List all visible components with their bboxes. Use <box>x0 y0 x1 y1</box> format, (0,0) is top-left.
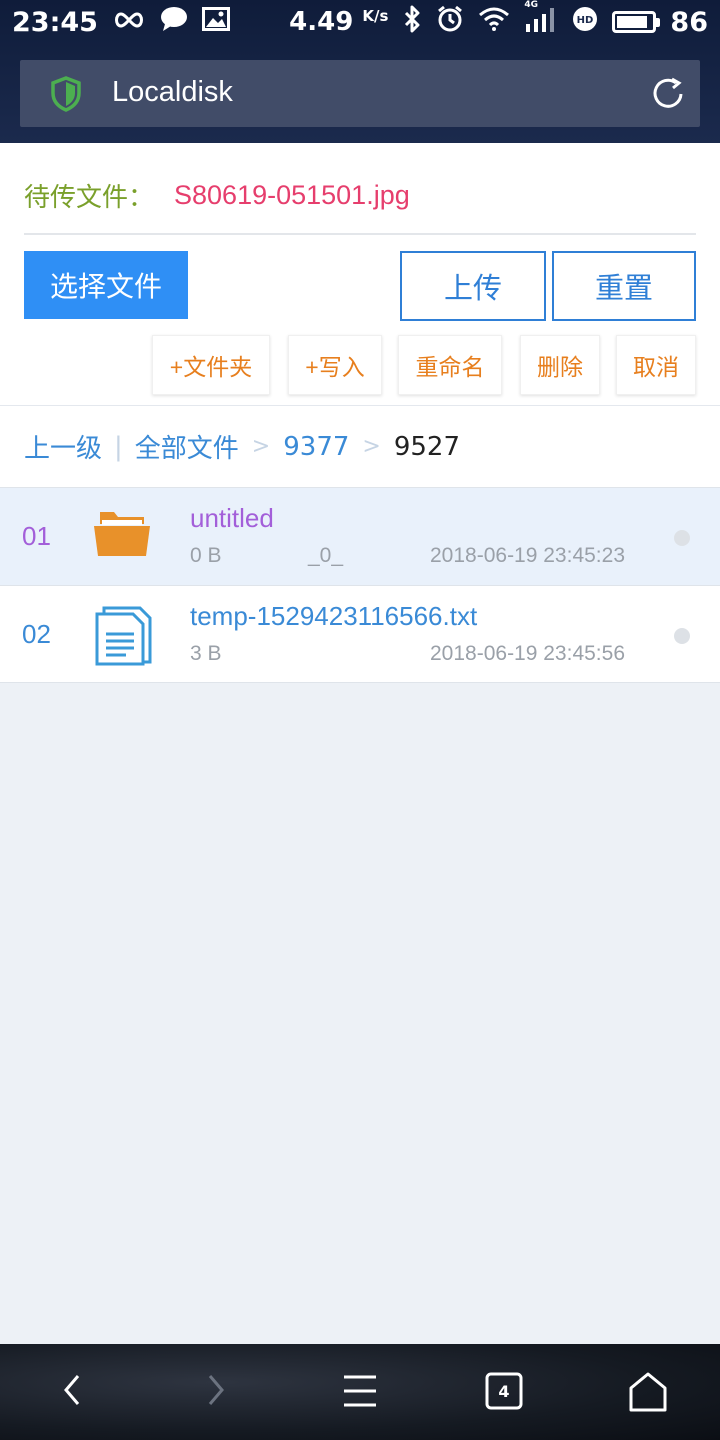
battery-icon <box>612 11 661 33</box>
network-speed-unit: K/s <box>362 7 389 25</box>
address-bar[interactable]: Localdisk <box>20 60 700 127</box>
image-icon <box>201 6 230 38</box>
battery-level: 86 <box>670 6 708 38</box>
chat-icon <box>160 6 188 39</box>
breadcrumb-divider: | <box>114 431 123 462</box>
network-speed: 4.49 K/s <box>289 7 388 37</box>
svg-text:HD: HD <box>577 15 594 26</box>
upload-panel: 待传文件： S80619-051501.jpg 选择文件 上传 重置 +文件夹 … <box>0 143 720 405</box>
select-dot[interactable] <box>674 628 690 644</box>
document-icon[interactable] <box>92 606 152 670</box>
file-index: 02 <box>22 619 51 649</box>
hd-icon: HD <box>572 6 598 39</box>
wifi-icon <box>478 7 510 38</box>
breadcrumb-all-files[interactable]: 全部文件 <box>135 428 239 465</box>
bottom-nav: 4 <box>0 1344 720 1440</box>
page-title: Localdisk <box>112 76 233 108</box>
file-size: 3 B <box>190 642 222 665</box>
file-name[interactable]: temp-1529423116566.txt <box>190 601 477 632</box>
file-size: 0 B <box>190 544 222 567</box>
signal-icon: 4G <box>524 0 558 39</box>
file-extra: _0_ <box>308 544 344 567</box>
back-icon[interactable] <box>60 1370 84 1414</box>
reload-icon[interactable] <box>650 77 686 115</box>
infinity-icon <box>112 7 146 37</box>
status-time: 23:45 <box>12 6 98 38</box>
divider <box>24 233 696 235</box>
write-button[interactable]: +写入 <box>288 335 382 395</box>
new-folder-button[interactable]: +文件夹 <box>152 335 270 395</box>
menu-icon[interactable] <box>342 1374 378 1412</box>
file-time: 2018-06-19 23:45:23 <box>430 544 625 567</box>
home-icon[interactable] <box>628 1372 668 1416</box>
shield-icon[interactable] <box>50 76 82 116</box>
pending-label: 待传文件： <box>24 183 155 213</box>
file-name[interactable]: untitled <box>190 503 274 534</box>
breadcrumb-arrow: > <box>362 434 381 459</box>
file-time: 2018-06-19 23:45:56 <box>430 642 625 665</box>
cancel-button[interactable]: 取消 <box>616 335 696 395</box>
status-bar: 23:45 4.49 K/s 4G HD 86 <box>0 0 720 44</box>
breadcrumb-current: 9527 <box>393 431 461 462</box>
upload-button[interactable]: 上传 <box>400 251 546 321</box>
breadcrumb-up[interactable]: 上一级 <box>24 428 102 465</box>
breadcrumb-dir-9377[interactable]: 9377 <box>283 432 349 462</box>
network-speed-value: 4.49 <box>289 7 354 37</box>
tabs-icon[interactable]: 4 <box>485 1372 523 1414</box>
tab-count: 4 <box>498 1382 509 1401</box>
choose-file-button[interactable]: 选择文件 <box>24 251 188 319</box>
alarm-icon <box>436 5 464 40</box>
bluetooth-icon <box>402 5 422 40</box>
folder-icon[interactable] <box>92 508 152 562</box>
rename-button[interactable]: 重命名 <box>398 335 502 395</box>
file-index: 01 <box>22 521 51 551</box>
pending-file: 待传文件： S80619-051501.jpg <box>24 177 410 214</box>
delete-button[interactable]: 删除 <box>520 335 600 395</box>
forward-icon[interactable] <box>204 1370 228 1414</box>
reset-button[interactable]: 重置 <box>552 251 696 321</box>
file-row[interactable]: 02 temp-1529423116566.txt 3 B 2018-06-19… <box>0 585 720 683</box>
breadcrumb-arrow: > <box>251 434 271 459</box>
pending-filename: S80619-051501.jpg <box>174 180 410 210</box>
breadcrumb: 上一级 | 全部文件 > 9377 > 9527 <box>0 405 720 487</box>
select-dot[interactable] <box>674 530 690 546</box>
file-row[interactable]: 01 untitled 0 B _0_ 2018-06-19 23:45:23 <box>0 487 720 585</box>
network-type: 4G <box>524 0 539 10</box>
